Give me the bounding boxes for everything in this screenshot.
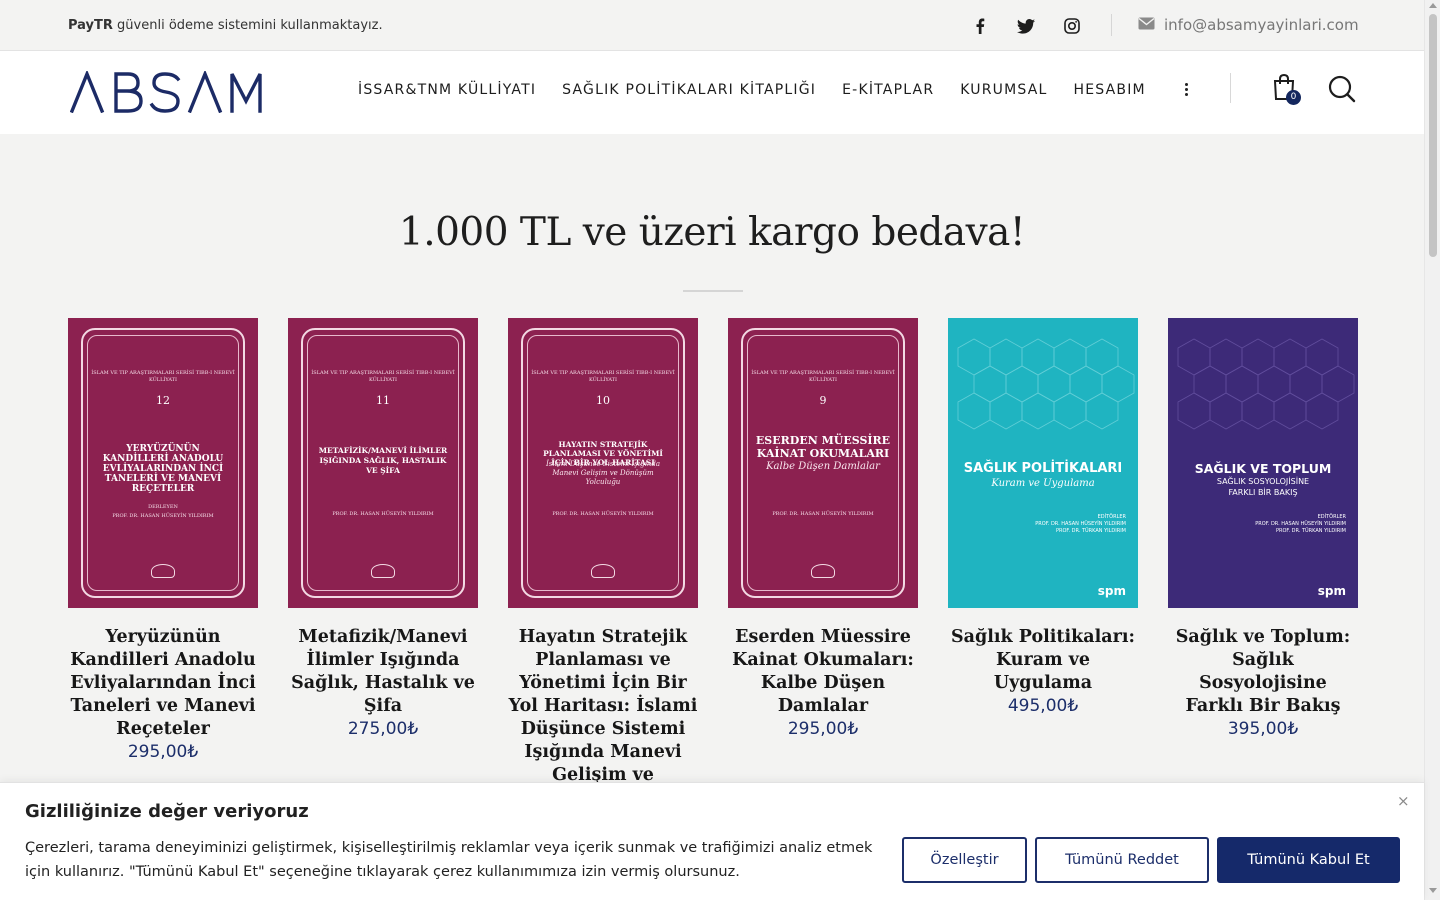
product-card[interactable]: SAĞLIK POLİTİKALARI Kuram ve Uygulama ED… [948, 318, 1138, 717]
product-title[interactable]: Metafizik/Manevi İlimler Işığında Sağlık… [288, 626, 478, 718]
cover-editors: EDİTÖRLER PROF. DR. HASAN HÜSEYİN YILDIR… [1035, 514, 1126, 535]
book-cover[interactable]: İSLAM VE TIP ARAŞTIRMALARI SERİSİ TIBB-I… [68, 318, 258, 608]
scroll-up-arrow-icon[interactable] [1429, 3, 1437, 8]
product-price: 295,00₺ [787, 719, 859, 739]
product-price: 395,00₺ [1227, 719, 1299, 739]
payment-brand: PayTR [68, 18, 113, 33]
secure-payment-note: PayTR güvenli ödeme sistemini kullanmakt… [68, 18, 383, 33]
main-nav: İSSAR&TNM KÜLLİYATI SAĞLIK POLİTİKALARI … [358, 82, 1146, 98]
absam-logo[interactable] [69, 69, 262, 117]
header-divider [1230, 73, 1231, 103]
book-cover[interactable]: İSLAM VE TIP ARAŞTIRMALARI SERİSİ TIBB-I… [288, 318, 478, 608]
cover-series: İSLAM VE TIP ARAŞTIRMALARI SERİSİ TIBB-I… [311, 370, 455, 383]
twitter-icon[interactable] [1014, 14, 1038, 38]
cart-count-badge: 0 [1286, 90, 1301, 105]
page-scrollbar[interactable] [1424, 0, 1440, 900]
shipping-headline: 1.000 TL ve üzeri kargo bedava! [398, 210, 1026, 255]
cover-subtitle: Kalbe Düşen Damlalar [766, 461, 880, 472]
cover-author: PROF. DR. HASAN HÜSEYİN YILDIRIM [332, 511, 434, 517]
logo-wordmark [69, 69, 262, 114]
cover-editor: PROF. DR. HASAN HÜSEYİN YILDIRIM [1035, 521, 1126, 527]
product-price: 275,00₺ [347, 719, 419, 739]
main-header: İSSAR&TNM KÜLLİYATI SAĞLIK POLİTİKALARI … [0, 51, 1424, 134]
cookie-title: Gizliliğinize değer veriyoruz [25, 801, 309, 822]
product-price: 495,00₺ [1007, 696, 1079, 716]
product-card[interactable]: İSLAM VE TIP ARAŞTIRMALARI SERİSİ TIBB-I… [728, 318, 918, 740]
cover-series: İSLAM VE TIP ARAŞTIRMALARI SERİSİ TIBB-I… [91, 370, 235, 383]
close-icon[interactable]: × [1397, 792, 1410, 810]
book-cover[interactable]: SAĞLIK VE TOPLUM SAĞLIK SOSYOLOJİSİNE FA… [1168, 318, 1358, 608]
contact-email[interactable]: info@absamyayinlari.com [1138, 16, 1359, 34]
payment-note-text: güvenli ödeme sistemini kullanmaktayız. [112, 18, 383, 33]
reject-all-button[interactable]: Tümünü Reddet [1035, 837, 1209, 883]
nav-item-kurumsal[interactable]: KURUMSAL [960, 82, 1047, 98]
more-menu-icon[interactable] [1181, 83, 1191, 99]
cover-editors-label: EDİTÖRLER [1097, 514, 1126, 520]
cover-number: 9 [819, 394, 827, 407]
cookie-text: Çerezleri, tarama deneyiminizi geliştirm… [25, 840, 873, 880]
cover-editors: EDİTÖRLER PROF. DR. HASAN HÜSEYİN YILDIR… [1255, 514, 1346, 535]
product-title[interactable]: Yeryüzünün Kandilleri Anadolu Evliyaları… [68, 626, 258, 741]
publisher-logo-icon [591, 564, 615, 578]
envelope-icon [1138, 16, 1155, 34]
cover-title: YERYÜZÜNÜN KANDİLLERİ ANADOLU EVLİYALARI… [102, 444, 224, 494]
cover-editor-label: DERLEYEN [148, 504, 178, 510]
nav-item-e-kitaplar[interactable]: E-KİTAPLAR [842, 82, 934, 98]
social-links [968, 14, 1084, 38]
customize-button[interactable]: Özelleştir [902, 837, 1027, 883]
topbar-divider [1111, 14, 1112, 36]
publisher-logo-icon [811, 564, 835, 578]
cover-editor: PROF. DR. TÜRKAN YILDIRIM [1055, 528, 1126, 534]
cover-author: PROF. DR. HASAN HÜSEYİN YILDIRIM [112, 513, 214, 519]
book-cover[interactable]: SAĞLIK POLİTİKALARI Kuram ve Uygulama ED… [948, 318, 1138, 608]
cover-title: SAĞLIK VE TOPLUM [1194, 461, 1332, 476]
book-cover[interactable]: İSLAM VE TIP ARAŞTIRMALARI SERİSİ TIBB-I… [728, 318, 918, 608]
cover-editor: PROF. DR. TÜRKAN YILDIRIM [1275, 528, 1346, 534]
product-price: 295,00₺ [127, 742, 199, 762]
cover-subtitle: SAĞLIK SOSYOLOJİSİNE FARKLI BİR BAKIŞ [1216, 477, 1310, 497]
cover-subtitle: Kuram ve Uygulama [991, 478, 1095, 489]
publisher-logo: spm [1317, 584, 1346, 598]
cover-number: 11 [376, 394, 390, 407]
accept-all-button[interactable]: Tümünü Kabul Et [1217, 837, 1400, 883]
instagram-icon[interactable] [1060, 14, 1084, 38]
book-cover[interactable]: İSLAM VE TIP ARAŞTIRMALARI SERİSİ TIBB-I… [508, 318, 698, 608]
cover-series: İSLAM VE TIP ARAŞTIRMALARI SERİSİ TIBB-I… [751, 370, 895, 383]
nav-item-issar-tnm-kulliyati[interactable]: İSSAR&TNM KÜLLİYATI [358, 82, 536, 98]
nav-item-saglik-politikalari-kitapligi[interactable]: SAĞLIK POLİTİKALARI KİTAPLIĞI [562, 82, 816, 98]
cover-number: 12 [156, 394, 170, 407]
cover-series: İSLAM VE TIP ARAŞTIRMALARI SERİSİ TIBB-I… [531, 370, 675, 383]
product-card[interactable]: SAĞLIK VE TOPLUM SAĞLIK SOSYOLOJİSİNE FA… [1168, 318, 1358, 740]
product-card[interactable]: İSLAM VE TIP ARAŞTIRMALARI SERİSİ TIBB-I… [68, 318, 258, 763]
cover-author: PROF. DR. HASAN HÜSEYİN YILDIRIM [772, 511, 874, 517]
product-card[interactable]: İSLAM VE TIP ARAŞTIRMALARI SERİSİ TIBB-I… [288, 318, 478, 740]
top-bar: PayTR güvenli ödeme sistemini kullanmakt… [0, 0, 1424, 51]
facebook-icon[interactable] [968, 14, 992, 38]
search-icon[interactable] [1328, 75, 1356, 107]
scroll-down-arrow-icon[interactable] [1429, 888, 1437, 893]
publisher-logo-icon [371, 564, 395, 578]
nav-item-hesabim[interactable]: HESABIM [1074, 82, 1146, 98]
cover-author: PROF. DR. HASAN HÜSEYİN YILDIRIM [552, 511, 654, 517]
headline-divider [683, 290, 743, 292]
product-title[interactable]: Sağlık Politikaları: Kuram ve Uygulama [948, 626, 1138, 695]
cart-button[interactable]: 0 [1272, 73, 1302, 107]
scrollbar-thumb[interactable] [1429, 14, 1437, 257]
cover-title: ESERDEN MÜESSİRE KAİNAT OKUMALARI [755, 434, 891, 460]
cookie-consent-banner: Gizliliğinize değer veriyoruz × Çerezler… [0, 782, 1424, 900]
product-card[interactable]: İSLAM VE TIP ARAŞTIRMALARI SERİSİ TIBB-I… [508, 318, 698, 810]
publisher-logo-icon [151, 564, 175, 578]
cover-editors-label: EDİTÖRLER [1317, 514, 1346, 520]
product-title[interactable]: Sağlık ve Toplum: Sağlık Sosyolojisine F… [1168, 626, 1358, 718]
cover-title: SAĞLIK POLİTİKALARI [963, 461, 1123, 476]
cover-title: METAFİZİK/MANEVİ İLİMLER IŞIĞINDA SAĞLIK… [318, 446, 448, 475]
publisher-logo: spm [1097, 584, 1126, 598]
product-title[interactable]: Eserden Müessire Kainat Okumaları: Kalbe… [728, 626, 918, 718]
cover-number: 10 [596, 394, 610, 407]
cover-editor: PROF. DR. HASAN HÜSEYİN YILDIRIM [1255, 521, 1346, 527]
email-text[interactable]: info@absamyayinlari.com [1164, 16, 1359, 34]
cover-subtitle: İslami Düşünce Sistemi Işığında Manevi G… [545, 460, 661, 486]
